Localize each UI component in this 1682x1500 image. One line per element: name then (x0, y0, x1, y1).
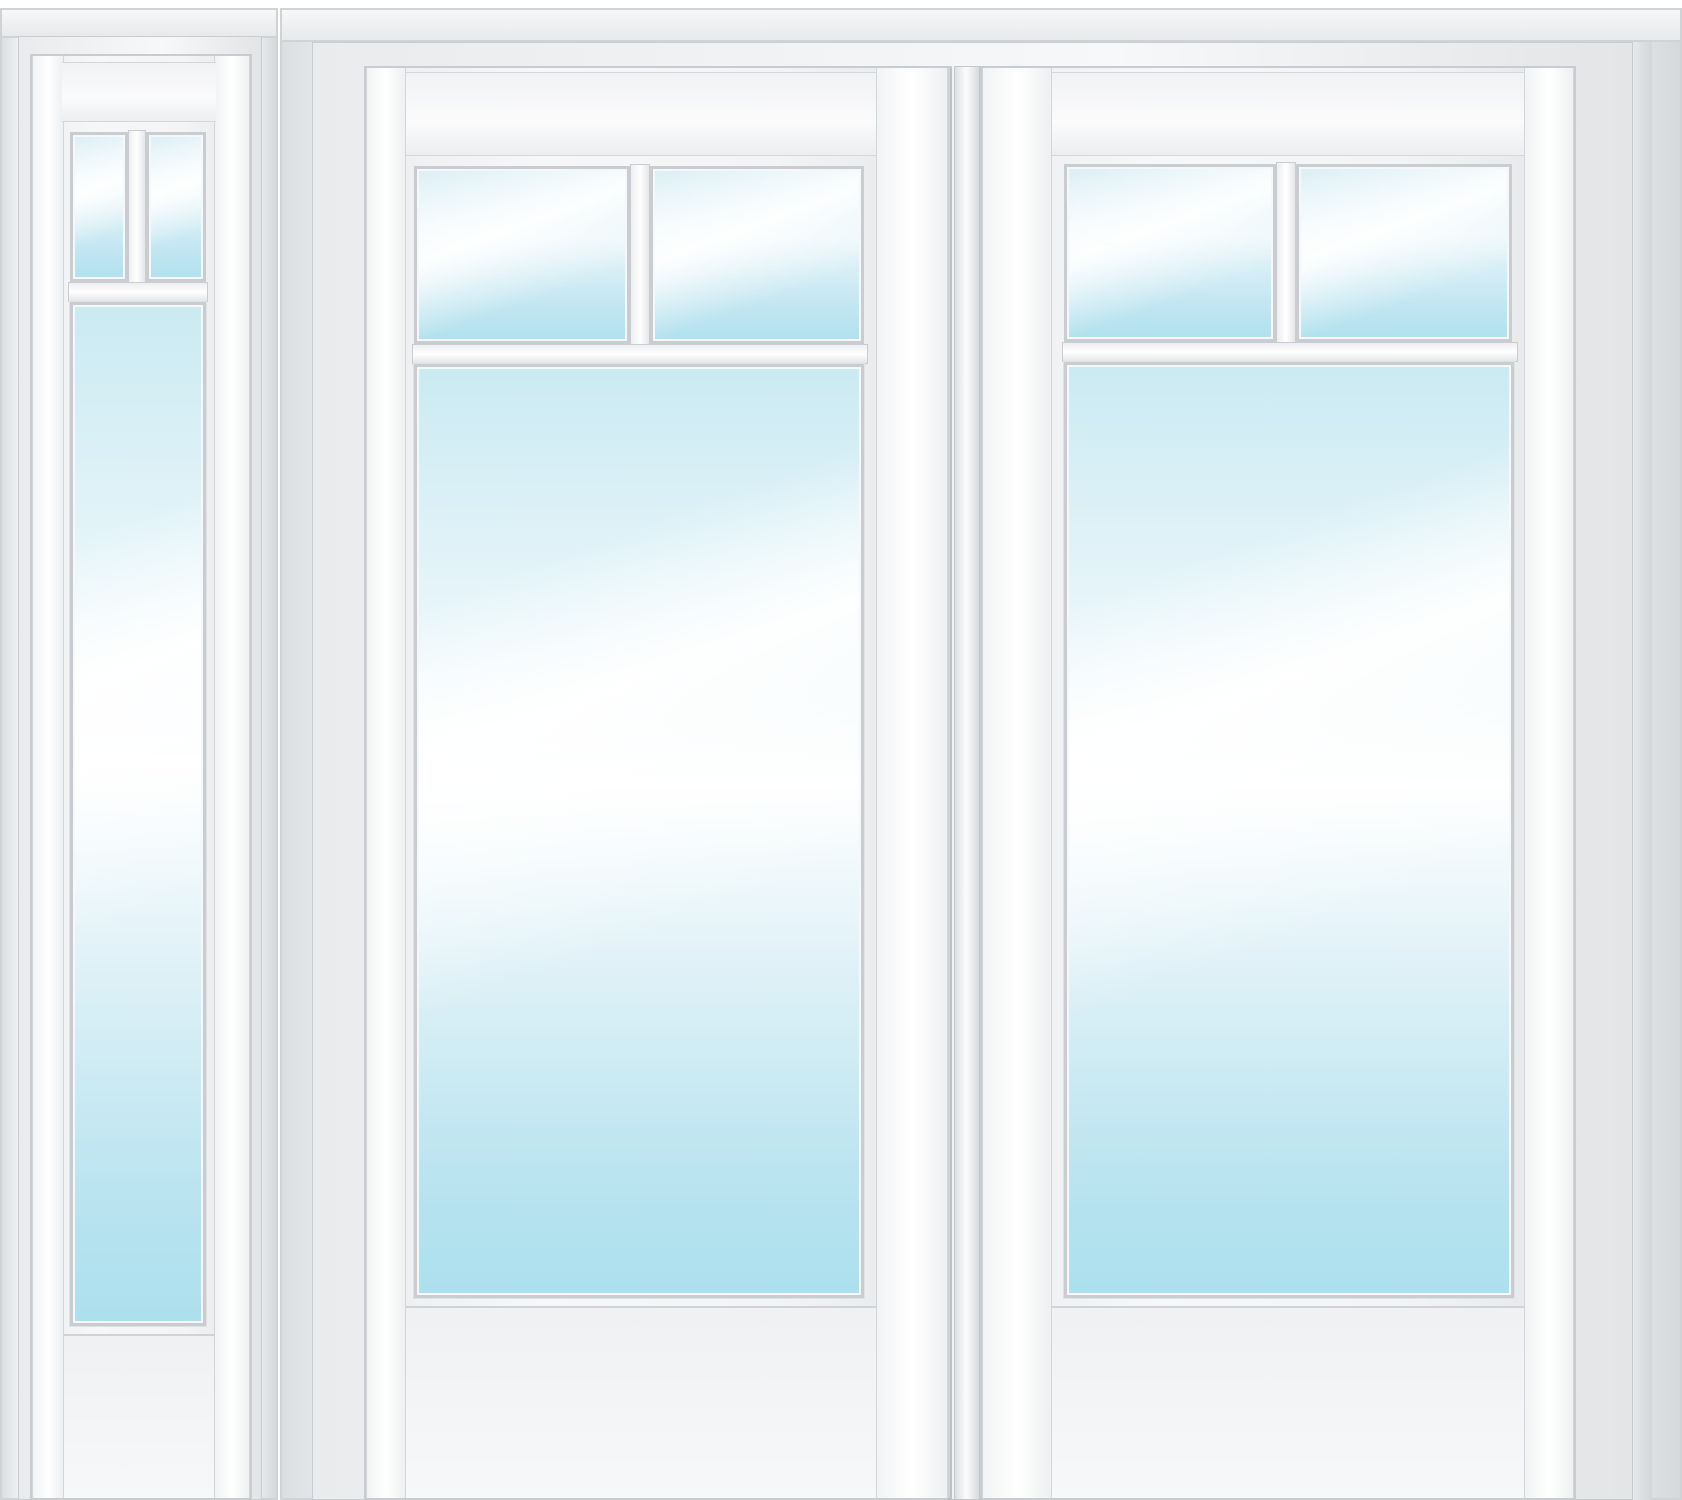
left-door-vertical-muntin (630, 164, 650, 348)
astragal (954, 66, 980, 1500)
door-unit-casing-head (280, 8, 1682, 42)
right-door-vertical-muntin (1276, 162, 1296, 346)
sidelite-top-rail (62, 62, 216, 122)
sidelite-lower-lite (70, 302, 206, 1326)
left-door-upper-lite-left (414, 166, 630, 344)
right-door-horizontal-muntin (1062, 342, 1518, 362)
sidelite-casing-head (0, 8, 278, 38)
left-door-left-stile (366, 68, 406, 1498)
left-door-horizontal-muntin (412, 344, 868, 364)
left-door-bottom-panel (406, 1306, 876, 1498)
right-door-left-stile (982, 68, 1052, 1498)
sidelite-horizontal-muntin (68, 282, 208, 302)
left-door-top-rail (406, 72, 876, 156)
sidelite-bottom-panel (64, 1334, 214, 1498)
left-door-main-lite (414, 364, 864, 1298)
left-door-right-stile (876, 68, 948, 1498)
sidelite-right-stile (214, 56, 250, 1498)
sidelite-upper-lite-right (146, 132, 206, 282)
sidelite-upper-lite-left (70, 132, 128, 282)
left-door-upper-lite-right (650, 166, 864, 344)
right-door-main-lite (1064, 362, 1514, 1298)
door-unit-scene (0, 0, 1682, 1500)
right-door-right-stile (1524, 68, 1574, 1498)
sidelite-left-stile (32, 56, 64, 1498)
right-casing-edge (1632, 42, 1652, 1500)
right-door-bottom-panel (1052, 1306, 1524, 1498)
right-door-upper-lite-right (1296, 164, 1512, 342)
right-door-upper-lite-left (1064, 164, 1276, 342)
sidelite-vertical-muntin (128, 130, 146, 286)
right-door-top-rail (1052, 72, 1524, 156)
